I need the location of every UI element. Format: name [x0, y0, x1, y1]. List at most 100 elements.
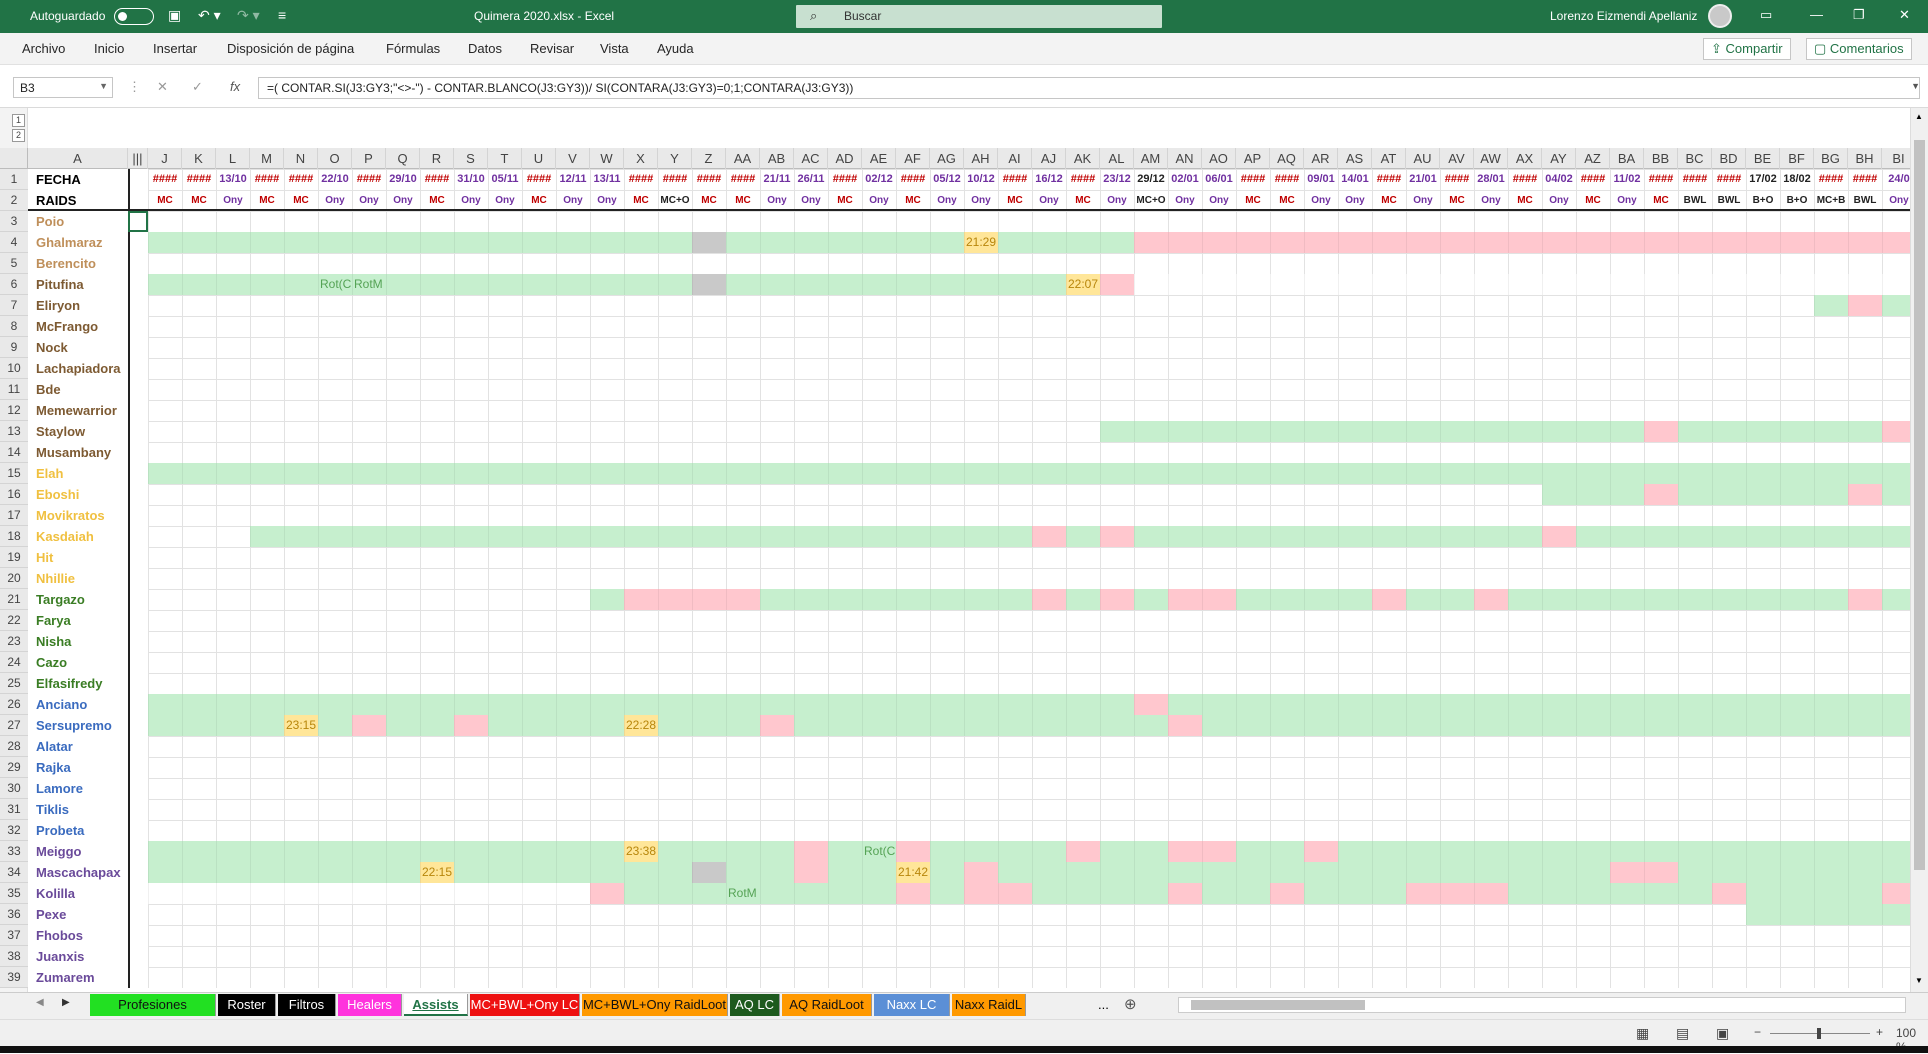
date-cell[interactable]: 05/12	[930, 169, 964, 190]
column-header[interactable]: AK	[1066, 148, 1100, 169]
scroll-down-icon[interactable]: ▼	[1915, 976, 1923, 985]
column-header[interactable]: AN	[1168, 148, 1202, 169]
row-header[interactable]: 15	[0, 463, 28, 484]
player-name[interactable]: Fhobos	[36, 925, 130, 946]
column-header[interactable]: AX	[1508, 148, 1542, 169]
date-cell[interactable]: ####	[1372, 169, 1406, 190]
raid-cell[interactable]: MC	[1508, 190, 1542, 211]
row-header[interactable]: 25	[0, 673, 28, 694]
raid-cell[interactable]: MC	[1644, 190, 1678, 211]
raid-cell[interactable]: MC	[998, 190, 1032, 211]
row-header[interactable]: 5	[0, 253, 28, 274]
player-name[interactable]: Berencito	[36, 253, 130, 274]
player-name[interactable]: Poio	[36, 211, 130, 232]
date-cell[interactable]: 13/10	[216, 169, 250, 190]
column-header[interactable]: AG	[930, 148, 964, 169]
date-cell[interactable]: ####	[1066, 169, 1100, 190]
raid-cell[interactable]: Ony	[352, 190, 386, 211]
column-header[interactable]: AJ	[1032, 148, 1066, 169]
player-name[interactable]: Hit	[36, 547, 130, 568]
raid-cell[interactable]: MC	[420, 190, 454, 211]
player-name[interactable]: Probeta	[36, 820, 130, 841]
column-header[interactable]: Q	[386, 148, 420, 169]
column-header[interactable]: AU	[1406, 148, 1440, 169]
player-name[interactable]: Tiklis	[36, 799, 130, 820]
vertical-scroll-thumb[interactable]	[1914, 140, 1925, 870]
row-header[interactable]: 10	[0, 358, 28, 379]
date-cell[interactable]: ####	[1270, 169, 1304, 190]
formula-input[interactable]: =( CONTAR.SI(J3:GY3;"<>-") - CONTAR.BLAN…	[258, 77, 1920, 99]
sheet-tab[interactable]: Naxx LC	[874, 994, 950, 1016]
raid-cell[interactable]: Ony	[590, 190, 624, 211]
row-header[interactable]: 29	[0, 757, 28, 778]
minimize-icon[interactable]: —	[1810, 7, 1823, 22]
cell-note[interactable]: 23:15	[286, 715, 326, 736]
date-cell[interactable]: 21/01	[1406, 169, 1440, 190]
column-header[interactable]: AS	[1338, 148, 1372, 169]
scroll-up-icon[interactable]: ▲	[1915, 112, 1923, 121]
zoom-in-icon[interactable]: +	[1876, 1025, 1883, 1039]
date-cell[interactable]: 21/11	[760, 169, 794, 190]
name-box[interactable]: B3 ▼	[13, 77, 113, 98]
column-header[interactable]: AT	[1372, 148, 1406, 169]
date-cell[interactable]: 12/11	[556, 169, 590, 190]
column-header[interactable]: AZ	[1576, 148, 1610, 169]
player-name[interactable]: Nhillie	[36, 568, 130, 589]
avatar[interactable]	[1708, 4, 1732, 28]
cell-note[interactable]: 22:15	[422, 862, 462, 883]
raid-cell[interactable]: MC	[1066, 190, 1100, 211]
row-header[interactable]: 39	[0, 967, 28, 988]
raid-cell[interactable]: MC	[522, 190, 556, 211]
date-cell[interactable]: 18/02	[1780, 169, 1814, 190]
column-header[interactable]: AD	[828, 148, 862, 169]
tab-ayuda[interactable]: Ayuda	[657, 41, 694, 56]
player-name[interactable]: Eliryon	[36, 295, 130, 316]
player-name[interactable]: McFrango	[36, 316, 130, 337]
horizontal-scroll-thumb[interactable]	[1191, 1000, 1365, 1010]
date-cell[interactable]: ####	[998, 169, 1032, 190]
insert-function-icon[interactable]: fx	[230, 79, 240, 94]
player-name[interactable]: Kasdaiah	[36, 526, 130, 547]
search-box[interactable]: ⌕ Buscar	[796, 5, 1162, 28]
date-cell[interactable]: 09/01	[1304, 169, 1338, 190]
date-cell[interactable]: ####	[1508, 169, 1542, 190]
date-cell[interactable]: ####	[250, 169, 284, 190]
cell-note[interactable]: 23:38	[626, 841, 666, 862]
zoom-slider-thumb[interactable]	[1817, 1028, 1821, 1039]
raid-cell[interactable]: Ony	[1406, 190, 1440, 211]
column-header[interactable]: AC	[794, 148, 828, 169]
row-header[interactable]: 24	[0, 652, 28, 673]
date-cell[interactable]: ####	[1848, 169, 1882, 190]
column-header[interactable]: Y	[658, 148, 692, 169]
raid-cell[interactable]: Ony	[1610, 190, 1644, 211]
column-header[interactable]: AQ	[1270, 148, 1304, 169]
player-name[interactable]: Eboshi	[36, 484, 130, 505]
sheet-tab[interactable]: AQ LC	[730, 994, 780, 1016]
sheet-tab[interactable]: Filtros	[278, 994, 336, 1016]
raid-cell[interactable]: MC	[1270, 190, 1304, 211]
player-name[interactable]: Nisha	[36, 631, 130, 652]
tab-inicio[interactable]: Inicio	[94, 41, 124, 56]
zoom-out-icon[interactable]: −	[1754, 1025, 1761, 1039]
row-header[interactable]: 35	[0, 883, 28, 904]
row-header[interactable]: 26	[0, 694, 28, 715]
row-header[interactable]: 2	[0, 190, 28, 211]
column-header[interactable]: J	[148, 148, 182, 169]
row-header[interactable]: 32	[0, 820, 28, 841]
raid-cell[interactable]: Ony	[930, 190, 964, 211]
column-header[interactable]: AV	[1440, 148, 1474, 169]
cancel-icon[interactable]: ✕	[157, 79, 168, 95]
user-name[interactable]: Lorenzo Eizmendi Apellaniz	[1550, 9, 1697, 23]
raid-cell[interactable]: MC+B	[1814, 190, 1848, 211]
column-header-b-collapsed[interactable]: |||	[128, 148, 148, 169]
column-header[interactable]: AI	[998, 148, 1032, 169]
sheet-tab[interactable]: MC+BWL+Ony LC	[470, 994, 580, 1016]
cell-note[interactable]: RotM	[354, 274, 394, 295]
player-name[interactable]: Elfasifredy	[36, 673, 130, 694]
sheet-tab[interactable]: Roster	[218, 994, 276, 1016]
raid-cell[interactable]: MC	[624, 190, 658, 211]
raid-cell[interactable]: B+O	[1746, 190, 1780, 211]
row-header[interactable]: 27	[0, 715, 28, 736]
date-cell[interactable]: 31/10	[454, 169, 488, 190]
raid-cell[interactable]: B+O	[1780, 190, 1814, 211]
